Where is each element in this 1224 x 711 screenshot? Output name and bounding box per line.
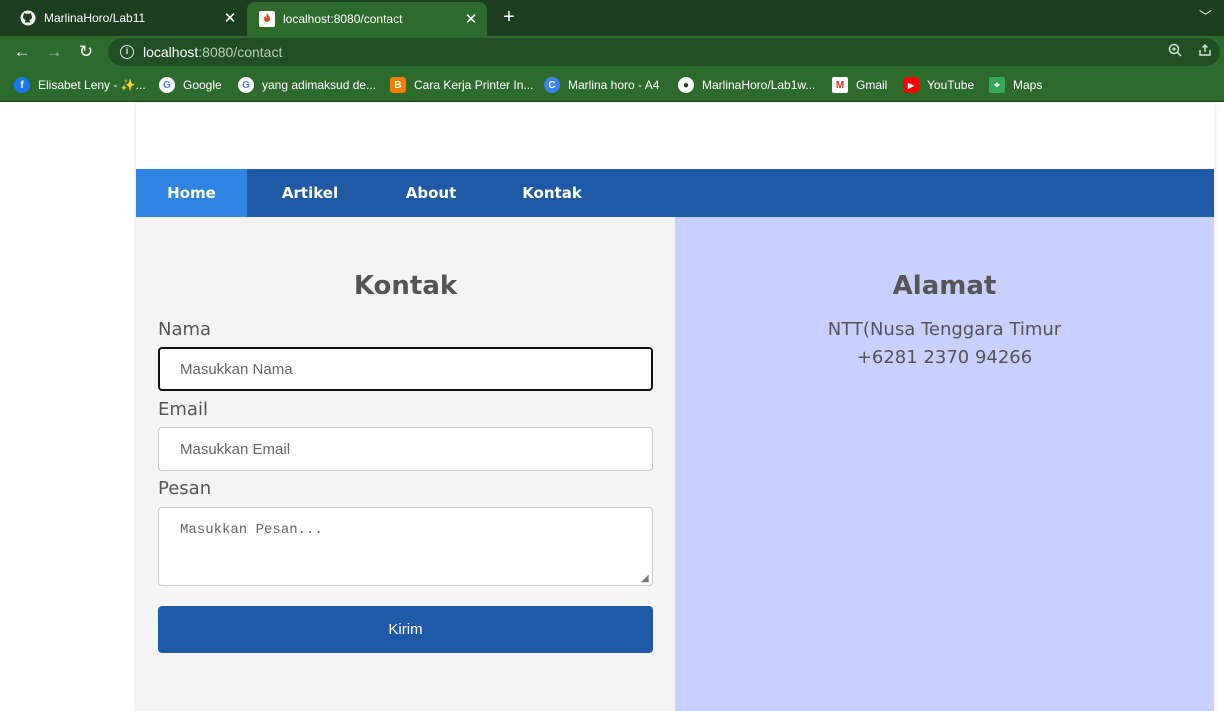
google-icon: G [238,77,254,93]
back-arrow-icon[interactable]: ← [10,40,34,64]
share-icon[interactable] [1198,43,1212,60]
address-line: NTT(Nusa Tenggara Timur [827,319,1062,340]
zoom-icon[interactable] [1168,43,1182,60]
name-input[interactable] [158,347,653,391]
info-icon[interactable]: i [120,45,134,59]
codeigniter-icon [259,11,275,27]
canva-icon: C [544,77,560,93]
bookmark-item[interactable]: ▶ YouTube [903,76,974,94]
page-container: Home Artikel About Kontak Kontak Nama Em… [136,103,1214,711]
new-tab-button[interactable]: + [498,6,520,28]
email-input[interactable] [158,427,653,471]
facebook-icon: f [14,77,30,93]
bookmark-item[interactable]: B Cara Kerja Printer In... [390,76,533,94]
nav-home[interactable]: Home [136,169,247,217]
bookmarks-bar: f Elisabet Leny - ✨... G Google G yang a… [0,68,1224,102]
gmail-icon: M [832,77,848,93]
github-icon [20,10,36,26]
reload-icon[interactable]: ↻ [74,40,98,64]
contact-form-section: Kontak Nama Email Pesan ◢ Kirim [136,217,675,711]
bookmark-item[interactable]: ⌖ Maps [989,76,1042,94]
nav-artikel[interactable]: Artikel [263,169,357,217]
page-viewport: Home Artikel About Kontak Kontak Nama Em… [0,103,1224,711]
close-icon[interactable]: ✕ [220,8,240,28]
bookmark-item[interactable]: ● MarlinaHoro/Lab1w... [678,76,815,94]
forward-arrow-icon[interactable]: → [42,40,66,64]
google-icon: G [159,77,175,93]
chevron-down-icon[interactable]: ﹀ [1199,6,1212,25]
main-navbar: Home Artikel About Kontak [136,169,1214,217]
message-textarea[interactable] [158,507,653,586]
bookmark-item[interactable]: M Gmail [832,76,887,94]
close-icon[interactable]: ✕ [461,9,481,29]
address-bar[interactable]: i localhost:8080/contact [108,38,1220,66]
email-label: Email [158,399,208,420]
maps-icon: ⌖ [989,77,1005,93]
message-label: Pesan [158,478,212,499]
bookmark-item[interactable]: G Google [159,76,222,94]
phone-number: +6281 2370 94266 [856,347,1033,368]
bookmark-item[interactable]: f Elisabet Leny - ✨... [14,76,146,94]
bookmark-item[interactable]: C Marlina horo - A4 [544,76,659,94]
name-label: Nama [158,319,212,340]
bookmark-item[interactable]: G yang adimaksud de... [238,76,376,94]
youtube-icon: ▶ [903,77,919,93]
resize-grip-icon[interactable]: ◢ [641,574,651,584]
nav-about[interactable]: About [387,169,475,217]
contact-title: Kontak [353,271,458,301]
github-icon: ● [678,77,694,93]
url-text[interactable]: localhost:8080/contact [143,44,282,60]
submit-button[interactable]: Kirim [158,606,653,653]
browser-tabstrip: MarlinaHoro/Lab11 ✕ localhost:8080/conta… [0,0,1224,36]
address-section: Alamat NTT(Nusa Tenggara Timur +6281 237… [675,217,1214,711]
site-header [136,103,1214,169]
tab-title: MarlinaHoro/Lab11 [44,11,146,25]
address-title: Alamat [892,271,997,301]
tab-title: localhost:8080/contact [283,12,403,26]
browser-toolbar: ← → ↻ i localhost:8080/contact [0,36,1224,68]
browser-tab-github[interactable]: MarlinaHoro/Lab11 ✕ [8,0,246,36]
browser-tab-localhost[interactable]: localhost:8080/contact ✕ [247,2,487,36]
nav-kontak[interactable]: Kontak [506,169,598,217]
blogger-icon: B [390,77,406,93]
